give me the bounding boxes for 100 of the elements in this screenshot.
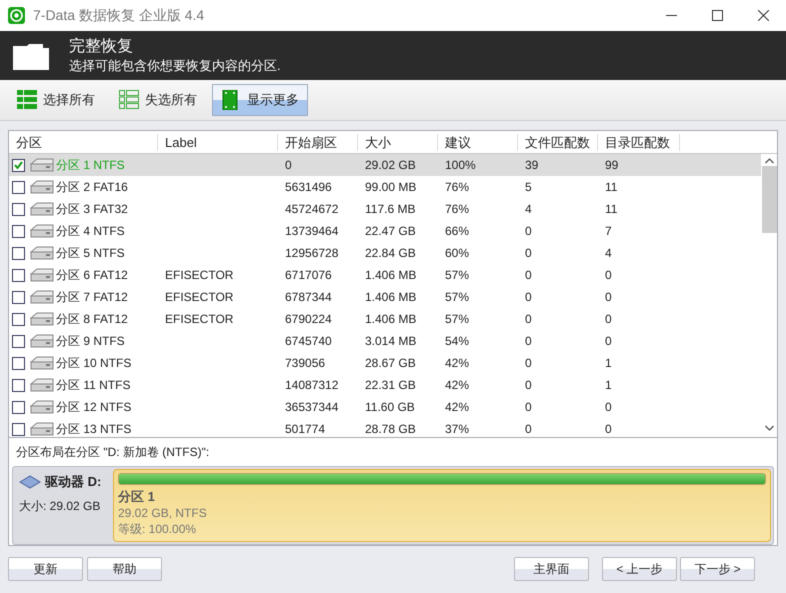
scroll-up-icon[interactable] — [764, 158, 774, 164]
checkbox[interactable] — [12, 378, 25, 392]
list-icon — [17, 90, 37, 110]
table-cell-text: 42% — [444, 356, 470, 370]
column-header[interactable]: 分区 — [9, 134, 158, 151]
table-cell-text: 42% — [444, 378, 470, 392]
table-cell-text: 76% — [444, 180, 470, 194]
nav-button[interactable]: 下一步 > — [680, 557, 755, 581]
table-cell-text: 739056 — [284, 356, 326, 370]
table-row[interactable]: 分区 2 FAT16 5631496 99.00 MB 76% 5 11 — [9, 176, 761, 198]
drive-icon — [19, 475, 41, 490]
partition-name: 分区 10 NTFS — [56, 354, 132, 372]
app-logo-icon — [8, 7, 25, 24]
drive-icon — [30, 290, 54, 304]
partition-name: 分区 1 NTFS — [56, 156, 125, 174]
toolbar-button[interactable]: 显示更多 — [212, 84, 308, 116]
table-row[interactable]: 分区 12 NTFS 36537344 11.60 GB 42% 0 0 — [9, 396, 761, 418]
table-row[interactable]: 分区 13 NTFS 501774 28.78 GB 37% 0 0 — [9, 418, 761, 438]
toolbar-button[interactable]: 选择所有 — [8, 84, 104, 116]
table-row[interactable]: 分区 7 FAT12 EFISECTOR 6787344 1.406 MB 57% 0 0 — [9, 286, 761, 308]
checkbox[interactable] — [12, 224, 25, 238]
footer-button[interactable]: 帮助 — [87, 557, 162, 581]
drive-icon — [30, 422, 54, 436]
check-icon — [14, 161, 23, 170]
table-cell-text: 0 — [284, 158, 293, 172]
checkbox[interactable] — [12, 268, 25, 282]
table-cell-text: 100% — [444, 158, 477, 172]
table-cell-text: 13739464 — [284, 224, 340, 238]
checkbox[interactable] — [12, 356, 25, 370]
drive-icon — [30, 334, 54, 348]
checkbox[interactable] — [12, 158, 25, 172]
table-cell-text: 22.47 GB — [364, 224, 417, 238]
table-cell-text: 39 — [524, 158, 540, 172]
table-cell-text: EFISECTOR — [164, 290, 234, 304]
close-icon[interactable] — [758, 10, 768, 21]
table-cell-text: 60% — [444, 246, 470, 260]
table-row[interactable]: 分区 8 FAT12 EFISECTOR 6790224 1.406 MB 57% 0 0 — [9, 308, 761, 330]
table-cell-text: 22.31 GB — [364, 378, 417, 392]
checkbox[interactable] — [12, 246, 25, 260]
table-cell-text: 0 — [604, 334, 613, 348]
column-header[interactable]: 大小 — [358, 134, 438, 151]
toolbar-button[interactable]: 失选所有 — [110, 84, 206, 116]
scrollbar-thumb[interactable] — [762, 166, 776, 234]
checkbox[interactable] — [12, 422, 25, 436]
checkbox[interactable] — [12, 334, 25, 348]
table-cell-text: EFISECTOR — [164, 268, 234, 282]
table-cell-text: 22.84 GB — [364, 246, 417, 260]
checkbox[interactable] — [12, 312, 25, 326]
drive-size: 大小: 29.02 GB — [19, 498, 102, 516]
table-cell-text: 14087312 — [284, 378, 340, 392]
column-header[interactable]: Label — [158, 134, 278, 151]
column-header[interactable]: 文件匹配数 — [518, 134, 598, 151]
table-cell-text: 1 — [604, 356, 613, 370]
maximize-icon[interactable] — [712, 10, 722, 21]
table-cell-text: 0 — [604, 268, 613, 282]
table-cell-text: 6790224 — [284, 312, 333, 326]
column-header[interactable]: 建议 — [438, 134, 518, 151]
table-row[interactable]: 分区 11 NTFS 14087312 22.31 GB 42% 0 1 — [9, 374, 761, 396]
checkbox[interactable] — [12, 400, 25, 414]
table-cell-text: 0 — [604, 312, 613, 326]
table-row[interactable]: 分区 5 NTFS 12956728 22.84 GB 60% 0 4 — [9, 242, 761, 264]
checkbox[interactable] — [12, 180, 25, 194]
partition-name: 分区 8 FAT12 — [56, 310, 128, 328]
drive-icon — [30, 202, 54, 216]
table-row[interactable]: 分区 3 FAT32 45724672 117.6 MB 76% 4 11 — [9, 198, 761, 220]
table-cell-text: 57% — [444, 290, 470, 304]
page-subtitle: 选择可能包含你想要恢复内容的分区. — [69, 57, 281, 74]
table-cell-text: 99.00 MB — [364, 180, 418, 194]
table-row[interactable]: 分区 10 NTFS 739056 28.67 GB 42% 0 1 — [9, 352, 761, 374]
table-cell-text: 11 — [604, 202, 618, 216]
scroll-down-icon[interactable] — [764, 425, 774, 432]
drive-icon — [30, 158, 54, 172]
footer-button[interactable]: 更新 — [8, 557, 83, 581]
partition-name: 分区 13 NTFS — [56, 420, 132, 438]
table-row[interactable]: 分区 4 NTFS 13739464 22.47 GB 66% 0 7 — [9, 220, 761, 242]
nav-button[interactable]: 主界面 — [514, 557, 589, 581]
table-cell-text: 5 — [524, 180, 533, 194]
table-cell-text: 1.406 MB — [364, 290, 418, 304]
table-cell-text: 12956728 — [284, 246, 340, 260]
drive-icon — [30, 268, 54, 282]
table-cell-text: 57% — [444, 268, 470, 282]
drive-icon — [30, 312, 54, 326]
nav-button[interactable]: < 上一步 — [602, 557, 677, 581]
table-row[interactable]: 分区 6 FAT12 EFISECTOR 6717076 1.406 MB 57% 0 0 — [9, 264, 761, 286]
table-cell-text: 11 — [604, 180, 618, 194]
checkbox[interactable] — [12, 202, 25, 216]
partition-name: 分区 3 FAT32 — [56, 200, 128, 218]
partition-block[interactable]: 分区 1 29.02 GB, NTFS 等级: 100.00% — [113, 469, 771, 542]
table-row[interactable]: 分区 9 NTFS 6745740 3.014 MB 54% 0 0 — [9, 330, 761, 352]
table-cell-text: 117.6 MB — [364, 202, 416, 216]
checkbox[interactable] — [12, 290, 25, 304]
column-header[interactable]: 开始扇区 — [278, 134, 358, 151]
table-cell-text: 1.406 MB — [364, 268, 418, 282]
column-header[interactable]: 目录匹配数 — [598, 134, 680, 151]
partition-title: 分区 1 — [118, 489, 156, 506]
table-cell-text: 4 — [604, 246, 613, 260]
table-row[interactable]: 分区 1 NTFS 0 29.02 GB 100% 39 99 — [9, 154, 761, 176]
drive-name: 驱动器 D: — [45, 473, 102, 492]
table-cell-text: 6745740 — [284, 334, 333, 348]
partition-name: 分区 7 FAT12 — [56, 288, 128, 306]
